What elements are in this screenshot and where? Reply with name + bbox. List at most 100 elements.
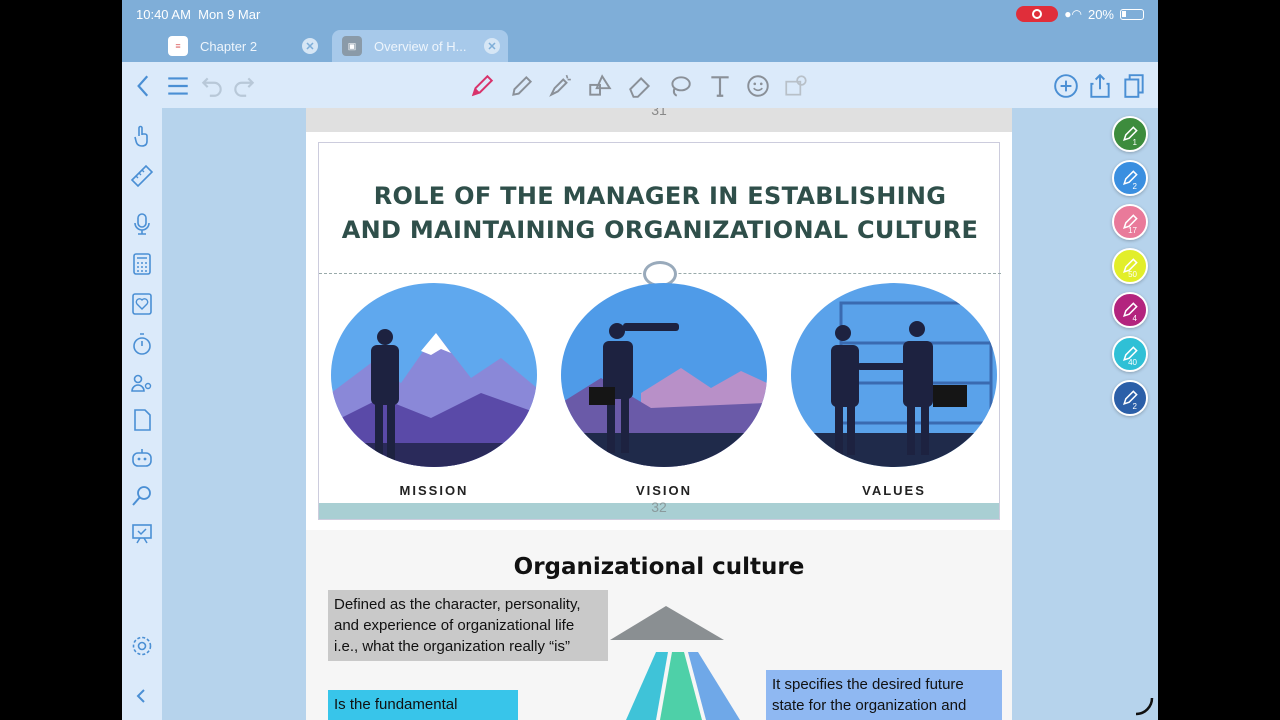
top-toolbar	[122, 62, 1158, 108]
ipad-screen: 10:40 AM Mon 9 Mar ●◠ 20% ≡ Chapter 2 ✕ …	[122, 0, 1158, 720]
users-share-icon	[131, 374, 152, 392]
lasso-tool-button[interactable]	[666, 72, 694, 100]
undo-button[interactable]	[198, 72, 226, 100]
pointer-hand-icon	[134, 125, 148, 147]
heart-frame-icon	[132, 293, 152, 315]
sticker-icon	[747, 75, 769, 97]
document-thumbnail-icon: ≡	[168, 36, 188, 56]
org-culture-title: Organizational culture	[513, 554, 805, 580]
pen-preset-7[interactable]: 2	[1112, 380, 1148, 416]
document-thumbnail-icon: ▣	[342, 36, 362, 56]
tab-label: Overview of H...	[374, 38, 467, 54]
page-number-middle: 32	[651, 499, 667, 515]
pen-preset-2[interactable]: 2	[1112, 160, 1148, 196]
lasso-icon	[671, 76, 691, 97]
pen-preset-1[interactable]: 1	[1112, 116, 1148, 152]
tab-chapter-2[interactable]: ≡ Chapter 2 ✕	[158, 30, 326, 62]
values-illustration	[791, 283, 997, 467]
status-date: Mon 9 Mar	[198, 7, 261, 22]
share-button[interactable]	[1086, 72, 1114, 100]
favorites-button[interactable]	[128, 290, 156, 318]
shapes-icon	[589, 74, 612, 96]
search-icon	[132, 486, 151, 506]
battery-icon	[1120, 8, 1144, 20]
slide: ROLE OF THE MANAGER IN ESTABLISHING AND …	[318, 142, 1001, 520]
presentation-icon	[132, 524, 152, 544]
add-page-button[interactable]	[1052, 72, 1080, 100]
presentation-button[interactable]	[128, 520, 156, 548]
image-tool-button[interactable]	[782, 72, 810, 100]
tab-overview[interactable]: ▣ Overview of H... ✕	[332, 30, 508, 62]
pen-preset-5[interactable]: 4	[1112, 292, 1148, 328]
text-tool-button[interactable]	[706, 72, 734, 100]
image-icon	[785, 75, 807, 96]
robot-icon	[132, 449, 152, 467]
left-sidebar	[122, 108, 162, 720]
document-page[interactable]: 31 ROLE OF THE MANAGER IN ESTABLISHING A…	[306, 108, 1012, 720]
ai-assistant-button[interactable]	[128, 444, 156, 472]
pen-palette: 1 2 17 50 4 40 2	[1106, 108, 1158, 720]
share-icon	[1090, 73, 1110, 98]
hand-tool-button[interactable]	[128, 122, 156, 150]
caption-values: VALUES	[862, 483, 926, 498]
slide-title: ROLE OF THE MANAGER IN ESTABLISHING AND …	[319, 179, 1001, 247]
caption-mission: MISSION	[399, 483, 469, 498]
pages-button[interactable]	[1120, 72, 1148, 100]
gear-icon	[132, 636, 152, 656]
microphone-button[interactable]	[128, 210, 156, 238]
status-bar: 10:40 AM Mon 9 Mar ●◠ 20%	[122, 0, 1158, 28]
wifi-icon: ●◠	[1064, 7, 1082, 21]
definition-box-cyan: Is the fundamental	[328, 690, 518, 720]
slide-title-line1: ROLE OF THE MANAGER IN ESTABLISHING	[373, 182, 947, 210]
next-slide: Organizational culture Defined as the ch…	[306, 530, 1012, 720]
redo-button[interactable]	[230, 72, 258, 100]
eraser-tool-button[interactable]	[626, 72, 654, 100]
document-canvas[interactable]: 31 ROLE OF THE MANAGER IN ESTABLISHING A…	[162, 108, 1158, 720]
search-button[interactable]	[128, 482, 156, 510]
pencil-tool-button[interactable]	[508, 72, 536, 100]
menu-button[interactable]	[164, 72, 192, 100]
document-button[interactable]	[128, 406, 156, 434]
chevron-left-icon	[136, 689, 145, 703]
pen-tool-button[interactable]	[468, 72, 496, 100]
pen-preset-3[interactable]: 17	[1112, 204, 1148, 240]
pen-icon	[471, 74, 494, 97]
document-tab-bar: ≡ Chapter 2 ✕ ▣ Overview of H... ✕	[122, 28, 1158, 62]
slide-title-line2: AND MAINTAINING ORGANIZATIONAL CULTURE	[341, 216, 979, 244]
caption-vision: VISION	[635, 483, 693, 498]
loading-spinner-icon	[1135, 697, 1154, 716]
collapse-sidebar-button[interactable]	[128, 682, 156, 710]
pen-icon	[1122, 302, 1138, 318]
eraser-icon	[629, 77, 651, 98]
page-number-top: 31	[306, 108, 1012, 132]
timer-button[interactable]	[128, 330, 156, 358]
battery-percent: 20%	[1087, 6, 1114, 22]
highlighter-tool-button[interactable]	[546, 72, 574, 100]
undo-icon	[201, 77, 222, 97]
definition-box-gray: Defined as the character, personality, a…	[328, 590, 608, 661]
plus-circle-icon	[1054, 74, 1078, 98]
close-icon[interactable]: ✕	[302, 38, 318, 54]
screen-recording-icon[interactable]	[1016, 6, 1059, 22]
microphone-icon	[134, 213, 150, 235]
pencil-icon	[512, 75, 533, 96]
chevron-left-icon	[137, 75, 149, 97]
calculator-button[interactable]	[128, 250, 156, 278]
pen-icon	[1122, 126, 1138, 142]
pen-icon	[1122, 170, 1138, 186]
back-button[interactable]	[130, 72, 158, 100]
shapes-tool-button[interactable]	[586, 72, 614, 100]
ruler-button[interactable]	[128, 162, 156, 190]
ruler-icon	[130, 164, 154, 188]
highlighter-preset-6[interactable]: 40	[1112, 336, 1148, 372]
calculator-icon	[133, 253, 151, 275]
highlighter-preset-4[interactable]: 50	[1112, 248, 1148, 284]
redo-icon	[234, 77, 255, 97]
close-icon[interactable]: ✕	[484, 38, 500, 54]
brush-icon	[1122, 390, 1138, 406]
text-icon	[711, 76, 729, 97]
settings-button[interactable]	[128, 632, 156, 660]
tab-label: Chapter 2	[200, 38, 258, 54]
sticker-tool-button[interactable]	[744, 72, 772, 100]
collaborate-button[interactable]	[128, 370, 156, 398]
